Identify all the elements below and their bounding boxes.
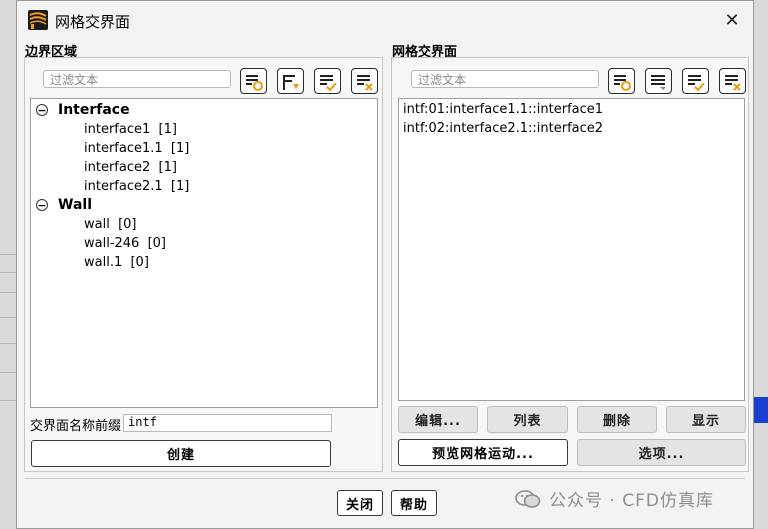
interface-prefix-label: 交界面名称前缀	[30, 419, 122, 434]
boundary-zones-panel: 过滤文本 − Interface interface1 [1] interface…	[24, 57, 383, 472]
deselect-all-icon[interactable]	[719, 68, 746, 94]
mesh-interfaces-list[interactable]: intf:01:interface1.1::interface1 intf:02…	[398, 98, 745, 401]
background-window-edge	[754, 397, 768, 423]
title-bar: 网格交界面 ✕	[17, 1, 753, 39]
list-item[interactable]: interface1 [1]	[84, 122, 177, 137]
fluent-app-icon	[28, 10, 48, 30]
tree-group-label: Wall	[58, 197, 92, 213]
watermark: 公众号 · CFD仿真库	[515, 486, 714, 511]
list-item[interactable]: interface2.1 [1]	[84, 179, 189, 194]
list-item[interactable]: wall.1 [0]	[84, 255, 149, 270]
collapse-icon[interactable]: −	[36, 104, 48, 116]
tree-group-wall[interactable]: − Wall	[36, 197, 92, 213]
left-filter-input[interactable]: 过滤文本	[43, 70, 231, 88]
close-button[interactable]: 关闭	[337, 490, 383, 516]
close-icon[interactable]: ✕	[719, 7, 745, 33]
list-item[interactable]: wall-246 [0]	[84, 236, 166, 251]
collapse-icon[interactable]: −	[36, 199, 48, 211]
select-all-icon[interactable]	[682, 68, 709, 94]
dialog-title: 网格交界面	[55, 13, 131, 31]
sort-dropdown-icon[interactable]	[645, 68, 672, 94]
create-button[interactable]: 创建	[31, 440, 331, 467]
preview-mesh-motion-button[interactable]: 预览网格运动...	[398, 439, 568, 466]
help-button[interactable]: 帮助	[391, 490, 437, 516]
watermark-text: 公众号 · CFD仿真库	[549, 491, 714, 511]
boundary-zones-list[interactable]: − Interface interface1 [1] interface1.1 […	[30, 98, 378, 408]
interface-prefix-input[interactable]: intf	[123, 414, 332, 432]
display-button[interactable]: 显示	[666, 406, 746, 433]
select-from-file-icon[interactable]	[277, 68, 304, 94]
list-item[interactable]: interface1.1 [1]	[84, 141, 189, 156]
right-filter-input[interactable]: 过滤文本	[411, 70, 599, 88]
mesh-interfaces-panel: 过滤文本 intf:01:interface1.1::interface1 in…	[391, 57, 749, 472]
edit-button[interactable]: 编辑...	[398, 406, 478, 433]
list-item[interactable]: intf:02:interface2.1::interface2	[403, 121, 603, 136]
filter-options-icon[interactable]	[240, 68, 267, 94]
tree-group-interface[interactable]: − Interface	[36, 102, 130, 118]
mesh-interfaces-dialog: 网格交界面 ✕ 边界区域 过滤文本 − Interface interface1 …	[16, 0, 754, 529]
options-button[interactable]: 选项...	[577, 439, 746, 466]
select-all-icon[interactable]	[314, 68, 341, 94]
filter-options-icon[interactable]	[608, 68, 635, 94]
deselect-all-icon[interactable]	[351, 68, 378, 94]
wechat-icon	[515, 489, 541, 508]
delete-button[interactable]: 删除	[577, 406, 657, 433]
list-item[interactable]: interface2 [1]	[84, 160, 177, 175]
tree-group-label: Interface	[58, 102, 130, 118]
list-item[interactable]: intf:01:interface1.1::interface1	[403, 102, 603, 117]
footer-divider	[25, 478, 745, 479]
list-button[interactable]: 列表	[487, 406, 568, 433]
list-item[interactable]: wall [0]	[84, 217, 137, 232]
